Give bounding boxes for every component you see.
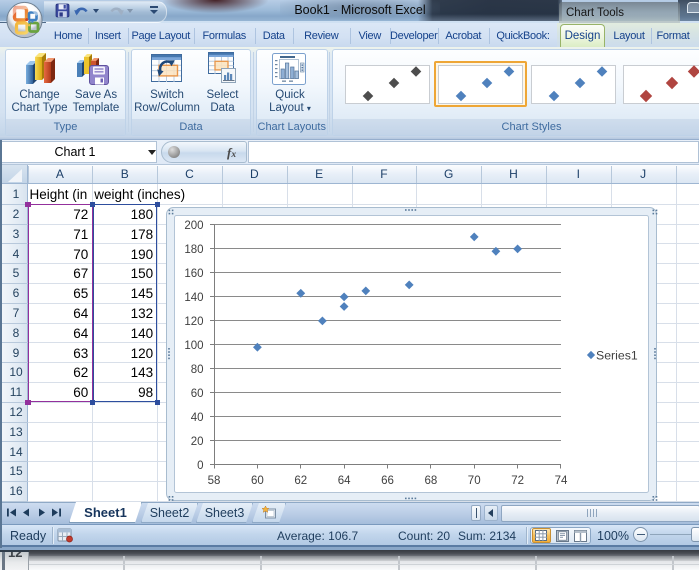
svg-text:140: 140 xyxy=(184,292,203,304)
svg-text:60: 60 xyxy=(191,388,204,400)
svg-text:80: 80 xyxy=(191,364,204,376)
svg-text:100: 100 xyxy=(184,340,203,352)
svg-text:74: 74 xyxy=(555,475,568,487)
svg-text:66: 66 xyxy=(381,475,394,487)
svg-text:160: 160 xyxy=(184,268,203,280)
svg-text:Series1: Series1 xyxy=(596,349,638,363)
svg-text:0: 0 xyxy=(197,460,203,472)
svg-text:72: 72 xyxy=(511,475,524,487)
svg-text:60: 60 xyxy=(251,475,264,487)
svg-text:200: 200 xyxy=(184,220,203,232)
svg-text:120: 120 xyxy=(184,316,203,328)
svg-text:20: 20 xyxy=(191,436,204,448)
svg-text:58: 58 xyxy=(208,475,221,487)
svg-text:62: 62 xyxy=(294,475,307,487)
svg-text:68: 68 xyxy=(425,475,438,487)
svg-text:40: 40 xyxy=(191,412,204,424)
svg-text:64: 64 xyxy=(338,475,351,487)
svg-text:70: 70 xyxy=(468,475,481,487)
svg-text:180: 180 xyxy=(184,244,203,256)
